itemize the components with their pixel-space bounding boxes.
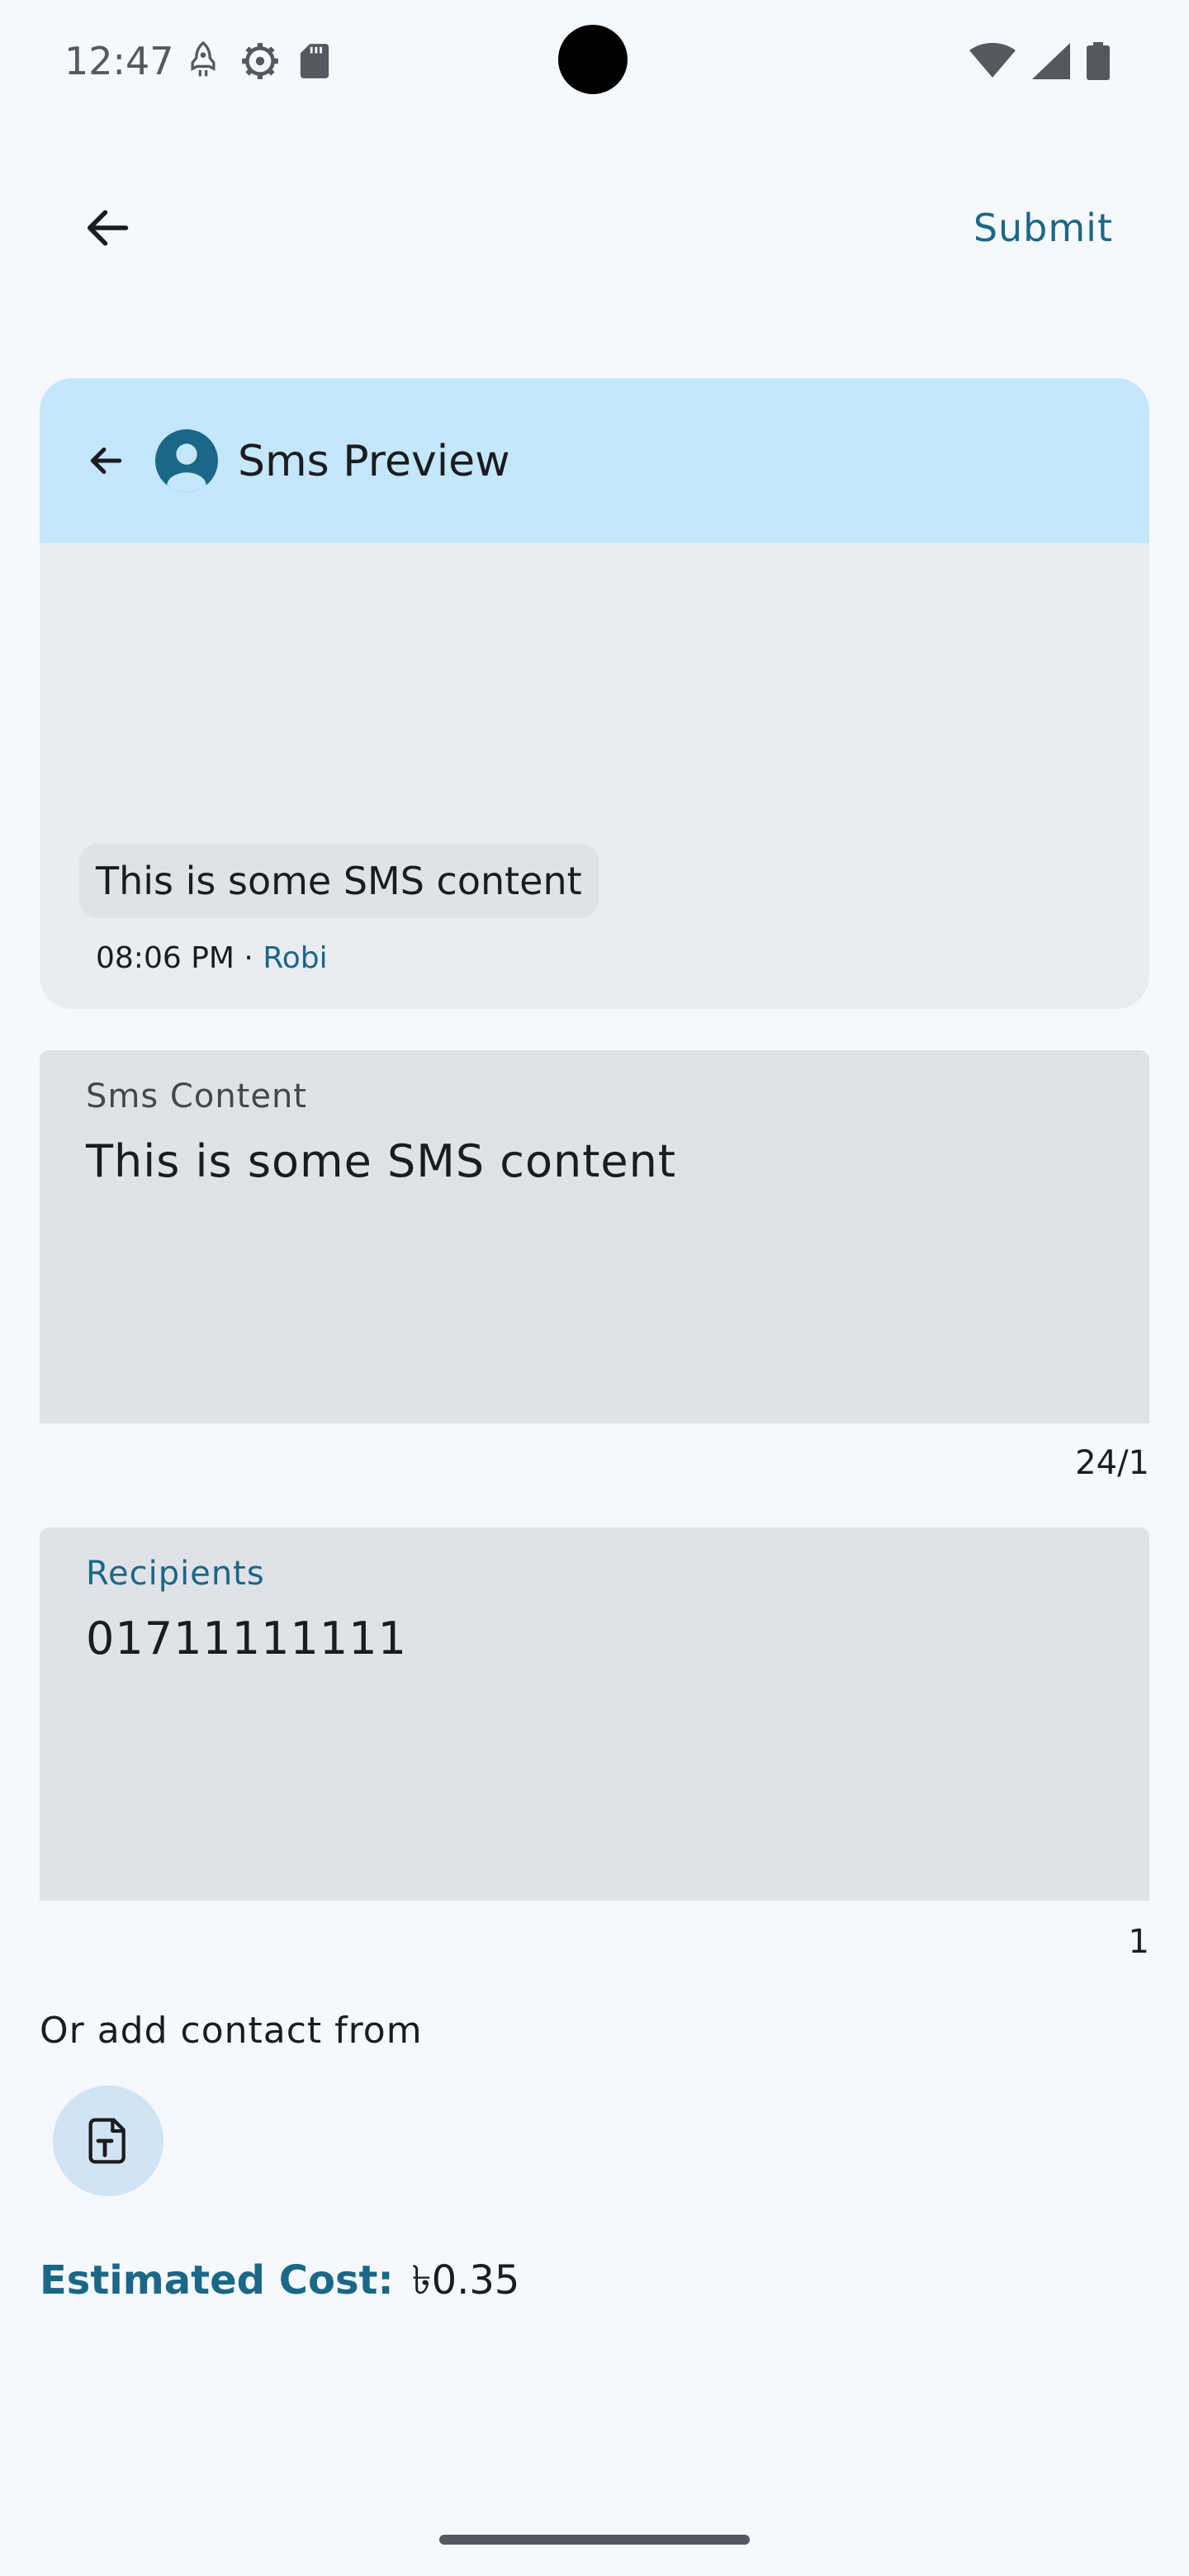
message-meta: 08:06 PM · Robi bbox=[96, 936, 328, 981]
estimated-cost-value: ৳0.35 bbox=[411, 2257, 520, 2304]
sms-content-field[interactable]: Sms Content This is some SMS content bbox=[40, 1050, 1149, 1423]
wifi-icon bbox=[969, 43, 1016, 78]
recipients-counter: 1 bbox=[1128, 1923, 1149, 1961]
estimated-cost-row: Estimated Cost: ৳0.35 bbox=[40, 2252, 519, 2308]
meta-separator: · bbox=[234, 941, 263, 975]
text-file-icon bbox=[88, 2118, 126, 2164]
sms-preview-card: Sms Preview This is some SMS content 08:… bbox=[40, 378, 1149, 1009]
sms-content-label: Sms Content bbox=[86, 1077, 307, 1115]
message-sender: Robi bbox=[263, 941, 328, 975]
status-time: 12:47 bbox=[64, 39, 174, 83]
recipients-field[interactable]: Recipients 01711111111 bbox=[40, 1527, 1149, 1901]
back-button[interactable] bbox=[74, 195, 140, 261]
status-notification-icons bbox=[185, 36, 330, 86]
sd-card-icon bbox=[300, 44, 329, 78]
rocket-icon bbox=[191, 41, 216, 77]
add-contact-label: Or add contact from bbox=[40, 2010, 423, 2052]
sms-content-value: This is some SMS content bbox=[86, 1135, 677, 1187]
gear-icon bbox=[242, 43, 278, 79]
import-from-file-button[interactable] bbox=[53, 2086, 163, 2196]
preview-back-button[interactable] bbox=[73, 428, 139, 494]
estimated-cost-label: Estimated Cost: bbox=[40, 2257, 394, 2304]
sms-preview-header: Sms Preview bbox=[40, 378, 1149, 543]
message-time: 08:06 PM bbox=[96, 941, 234, 975]
gesture-nav-handle[interactable] bbox=[439, 2535, 750, 2545]
camera-cutout bbox=[558, 25, 628, 94]
account-circle-icon bbox=[155, 429, 218, 492]
preview-title: Sms Preview bbox=[238, 437, 510, 486]
recipients-label: Recipients bbox=[86, 1555, 265, 1593]
submit-button[interactable]: Submit bbox=[973, 198, 1113, 258]
message-bubble: This is some SMS content bbox=[79, 844, 599, 918]
recipients-value: 01711111111 bbox=[86, 1612, 407, 1664]
battery-icon bbox=[1087, 42, 1110, 80]
arrow-back-icon bbox=[88, 210, 129, 246]
status-system-icons bbox=[969, 38, 1110, 84]
signal-icon bbox=[1032, 43, 1070, 79]
sms-char-counter: 24/1 bbox=[1075, 1444, 1149, 1482]
arrow-back-icon bbox=[90, 447, 122, 475]
